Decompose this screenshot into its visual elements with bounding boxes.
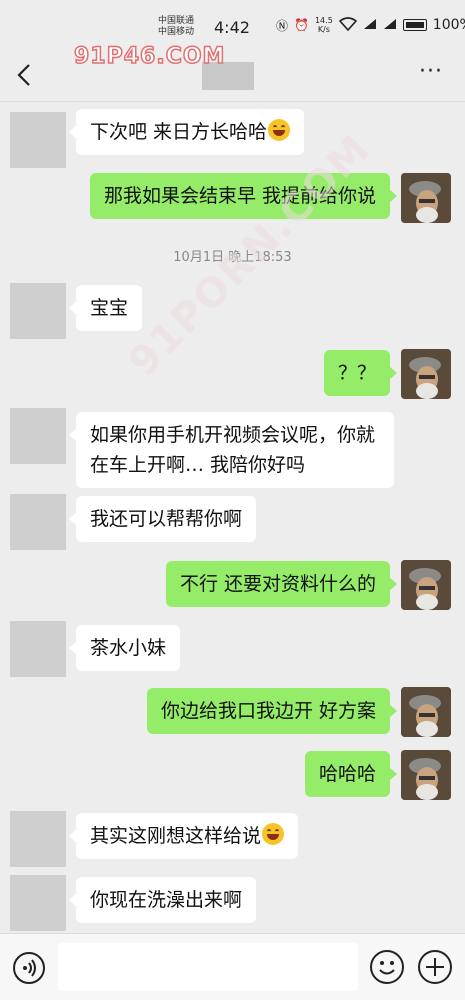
status-bar: 中国联通 中国移动 4:42 Ⓝ ⏰ 14.5 K/s 100% xyxy=(0,0,465,50)
contact-avatar[interactable] xyxy=(10,112,66,168)
user-avatar[interactable] xyxy=(401,173,451,223)
sent-bubble[interactable]: ？？ xyxy=(323,350,398,396)
signal-icon-2 xyxy=(383,18,397,33)
message-text: 我还可以帮帮你啊 xyxy=(90,508,243,530)
chat-header: ··· xyxy=(0,50,465,102)
sent-bubble[interactable]: 你边给我口我边开 好方案 xyxy=(146,688,398,734)
message-text: 下次吧 来日方长哈哈 xyxy=(90,121,268,143)
avatar-photo-icon xyxy=(401,560,451,610)
message-text: 如果你用手机开视频会议呢，你就在车上开啊… 我陪你好吗 xyxy=(90,424,376,476)
smiley-face-icon xyxy=(379,961,395,975)
input-bar xyxy=(0,933,465,1000)
received-bubble[interactable]: 茶水小妹 xyxy=(68,625,181,671)
received-bubble[interactable]: 其实这刚想这样给说 xyxy=(68,813,299,859)
message-list[interactable]: 下次吧 来日方长哈哈 那我如果会结束早 我提前给你说 10月1日 晚上18:53… xyxy=(0,103,465,933)
user-avatar[interactable] xyxy=(401,560,451,610)
message-text: 你边给我口我边开 好方案 xyxy=(160,700,376,722)
laughing-emoji-icon xyxy=(268,119,291,141)
carrier-1: 中国联通 xyxy=(158,16,195,26)
user-avatar[interactable] xyxy=(401,687,451,737)
message-text: 你现在洗澡出来啊 xyxy=(90,889,243,911)
message-text: 其实这刚想这样给说 xyxy=(90,825,262,847)
contact-avatar[interactable] xyxy=(10,811,66,867)
received-bubble[interactable]: 下次吧 来日方长哈哈 xyxy=(68,109,305,155)
avatar-photo-icon xyxy=(401,687,451,737)
contact-avatar[interactable] xyxy=(10,875,66,931)
received-bubble[interactable]: 我还可以帮帮你啊 xyxy=(68,496,257,542)
message-text: 哈哈哈 xyxy=(318,763,376,785)
net-speed-unit: K/s xyxy=(317,25,330,34)
message-text: 那我如果会结束早 我提前给你说 xyxy=(103,185,376,207)
battery-icon xyxy=(402,19,427,31)
back-arrow-icon xyxy=(17,64,30,86)
nfc-icon: Ⓝ xyxy=(276,18,289,33)
alarm-icon: ⏰ xyxy=(294,18,309,32)
status-icons: Ⓝ ⏰ 14.5 K/s 100% xyxy=(276,16,465,34)
message-text: 宝宝 xyxy=(90,297,129,319)
avatar-photo-icon xyxy=(401,349,451,399)
voice-input-button[interactable] xyxy=(13,952,45,984)
plus-icon xyxy=(426,958,444,976)
avatar-photo-icon xyxy=(401,750,451,800)
voice-wave-icon xyxy=(23,959,36,977)
user-avatar[interactable] xyxy=(401,349,451,399)
message-timestamp: 10月1日 晚上18:53 xyxy=(173,250,292,265)
message-text: 不行 还要对资料什么的 xyxy=(179,573,376,595)
sent-bubble[interactable]: 不行 还要对资料什么的 xyxy=(165,561,398,607)
network-speed: 14.5 K/s xyxy=(315,16,333,34)
user-avatar[interactable] xyxy=(401,750,451,800)
emoji-button[interactable] xyxy=(370,950,404,984)
message-text: 茶水小妹 xyxy=(90,637,167,659)
carrier-2: 中国移动 xyxy=(158,27,195,37)
contact-avatar[interactable] xyxy=(10,621,66,677)
more-options-button[interactable]: ··· xyxy=(419,61,443,83)
message-text: ？？ xyxy=(337,362,376,384)
avatar-photo-icon xyxy=(401,173,451,223)
battery-percent: 100% xyxy=(432,17,465,33)
wifi-icon xyxy=(338,16,357,34)
signal-icon-1 xyxy=(363,18,377,33)
net-speed-value: 14.5 xyxy=(314,16,333,25)
status-time: 4:42 xyxy=(214,18,250,37)
received-bubble[interactable]: 你现在洗澡出来啊 xyxy=(68,877,257,923)
carrier-info: 中国联通 中国移动 xyxy=(158,16,194,38)
contact-avatar[interactable] xyxy=(10,494,66,550)
contact-avatar[interactable] xyxy=(10,283,66,339)
more-actions-button[interactable] xyxy=(418,950,452,984)
received-bubble[interactable]: 宝宝 xyxy=(68,285,143,331)
sent-bubble[interactable]: 那我如果会结束早 我提前给你说 xyxy=(89,173,398,219)
back-button[interactable] xyxy=(10,60,40,90)
contact-avatar[interactable] xyxy=(10,408,66,464)
blushing-emoji-icon xyxy=(262,823,285,845)
site-watermark: 91P46.COM xyxy=(73,43,226,70)
message-input[interactable] xyxy=(58,943,358,991)
sent-bubble[interactable]: 哈哈哈 xyxy=(304,751,398,797)
received-bubble[interactable]: 如果你用手机开视频会议呢，你就在车上开啊… 我陪你好吗 xyxy=(69,412,394,488)
